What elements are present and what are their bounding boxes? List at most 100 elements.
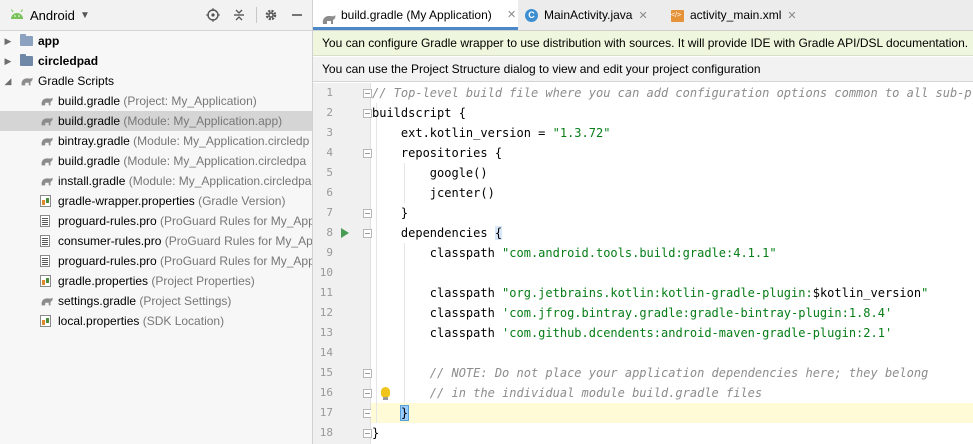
tree-item-label: gradle.properties (Project Properties) (58, 271, 255, 291)
tree-item-detail: (Module: My_Application.circledpa (125, 174, 312, 188)
line-number[interactable]: 5 (313, 163, 333, 183)
project-structure-notification: You can use the Project Structure dialog… (313, 57, 973, 82)
fold-marker-icon[interactable] (363, 369, 372, 378)
collapse-all-icon[interactable] (230, 6, 248, 24)
line-number[interactable]: 7 (313, 203, 333, 223)
line-number[interactable]: 8 (313, 223, 333, 243)
code-editor[interactable]: 1 2 3 4 5 6 7 8 9 10 11 12 13 14 15 16 17 18 // Top-level… (313, 83, 973, 444)
tree-item-detail: (Module: My_Application.circledp (129, 134, 310, 148)
code-line[interactable]: repositories { (372, 143, 502, 163)
fold-marker-icon[interactable] (363, 389, 372, 398)
tree-item[interactable]: ▶ circledpad (0, 51, 312, 71)
properties-file-icon (40, 195, 51, 207)
tree-item[interactable]: gradle.properties (Project Properties) (0, 271, 312, 291)
code-line[interactable]: jcenter() (372, 183, 495, 203)
line-number[interactable]: 14 (313, 343, 333, 363)
fold-marker-icon[interactable] (363, 149, 372, 158)
tree-item-detail: (ProGuard Rules for My_App (161, 234, 313, 248)
tree-item-label: consumer-rules.pro (ProGuard Rules for M… (58, 231, 313, 251)
code-token: { (494, 226, 503, 240)
line-number[interactable]: 13 (313, 323, 333, 343)
tree-item[interactable]: proguard-rules.pro (ProGuard Rules for M… (0, 251, 312, 271)
line-number[interactable]: 3 (313, 123, 333, 143)
expand-arrow-down-icon[interactable]: ◢ (3, 71, 13, 91)
tree-item[interactable]: build.gradle (Module: My_Application.app… (0, 111, 312, 131)
code-line[interactable]: classpath 'com.github.dcendents:android-… (372, 323, 892, 343)
locate-file-icon[interactable] (204, 6, 222, 24)
line-number[interactable]: 15 (313, 363, 333, 383)
tree-item[interactable]: gradle-wrapper.properties (Gradle Versio… (0, 191, 312, 211)
code-string: "com.android.tools.build:gradle:4.1.1" (502, 246, 777, 260)
line-number[interactable]: 12 (313, 303, 333, 323)
tree-item[interactable]: build.gradle (Project: My_Application) (0, 91, 312, 111)
line-number[interactable]: 11 (313, 283, 333, 303)
lightbulb-icon[interactable] (381, 387, 390, 400)
tree-item[interactable]: bintray.gradle (Module: My_Application.c… (0, 131, 312, 151)
tab-activity-main-xml[interactable]: activity_main.xml ✕ (671, 0, 831, 31)
tree-item-name: proguard-rules.pro (58, 254, 157, 268)
fold-marker-icon[interactable] (363, 229, 372, 238)
code-line[interactable]: buildscript { (372, 103, 466, 123)
tree-item[interactable]: build.gradle (Module: My_Application.cir… (0, 151, 312, 171)
code-token: buildscript { (372, 106, 466, 120)
tree-item[interactable]: proguard-rules.pro (ProGuard Rules for M… (0, 211, 312, 231)
code-token: } (372, 206, 409, 220)
tree-item[interactable]: install.gradle (Module: My_Application.c… (0, 171, 312, 191)
code-line[interactable]: // Top-level build file where you can ad… (372, 83, 973, 103)
tree-item-label: build.gradle (Module: My_Application.cir… (58, 151, 306, 171)
code-line[interactable]: } (372, 403, 410, 423)
gradle-icon (40, 174, 54, 188)
code-line[interactable]: // in the individual module build.gradle… (372, 383, 762, 403)
code-line[interactable]: classpath "com.android.tools.build:gradl… (372, 243, 777, 263)
code-token: classpath (372, 246, 503, 260)
tree-item-detail: (ProGuard Rules for My_App (156, 214, 313, 228)
code-line[interactable]: ext.kotlin_version = "1.3.72" (372, 123, 611, 143)
tab-build-gradle[interactable]: build.gradle (My Application) ✕ (313, 0, 518, 30)
tree-item-label: proguard-rules.pro (ProGuard Rules for M… (58, 251, 312, 271)
hide-panel-icon[interactable] (288, 6, 306, 24)
project-view-selector[interactable]: Android (30, 8, 75, 23)
code-line[interactable]: } (372, 423, 379, 443)
tree-item-name: Gradle Scripts (38, 74, 115, 88)
tree-item-name: build.gradle (58, 94, 121, 108)
expand-arrow-right-icon[interactable]: ▶ (3, 31, 13, 51)
fold-marker-icon[interactable] (363, 209, 372, 218)
close-icon[interactable]: ✕ (507, 0, 516, 30)
code-line[interactable]: dependencies { (372, 223, 503, 243)
code-line[interactable]: } (372, 203, 408, 223)
line-number[interactable]: 10 (313, 263, 333, 283)
tab-label: MainActivity.java (544, 8, 633, 22)
tree-item[interactable]: settings.gradle (Project Settings) (0, 291, 312, 311)
expand-arrow-right-icon[interactable]: ▶ (3, 51, 13, 71)
code-line[interactable]: // NOTE: Do not place your application d… (372, 363, 929, 383)
tree-item-label: bintray.gradle (Module: My_Application.c… (58, 131, 309, 151)
code-line[interactable]: google() (372, 163, 488, 183)
line-number[interactable]: 6 (313, 183, 333, 203)
fold-marker-icon[interactable] (363, 89, 372, 98)
tree-item[interactable]: local.properties (SDK Location) (0, 311, 312, 331)
tree-item[interactable]: ◢ Gradle Scripts (0, 71, 312, 91)
run-gutter-icon[interactable] (341, 228, 349, 238)
line-number[interactable]: 17 (313, 403, 333, 423)
gear-icon[interactable] (262, 6, 280, 24)
code-comment: // NOTE: Do not place your application d… (372, 366, 929, 380)
code-line[interactable]: classpath "org.jetbrains.kotlin:kotlin-g… (372, 283, 929, 303)
line-number[interactable]: 2 (313, 103, 333, 123)
fold-marker-icon[interactable] (363, 429, 372, 438)
line-number[interactable]: 9 (313, 243, 333, 263)
close-icon[interactable]: ✕ (638, 10, 647, 22)
tree-item[interactable]: consumer-rules.pro (ProGuard Rules for M… (0, 231, 312, 251)
line-number[interactable]: 16 (313, 383, 333, 403)
tree-item-detail: (Project Properties) (148, 274, 255, 288)
fold-marker-icon[interactable] (363, 109, 372, 118)
tree-item[interactable]: ▶ app (0, 31, 312, 51)
code-line[interactable]: classpath 'com.jfrog.bintray.gradle:grad… (372, 303, 892, 323)
line-number[interactable]: 1 (313, 83, 333, 103)
line-number[interactable]: 4 (313, 143, 333, 163)
line-number[interactable]: 18 (313, 423, 333, 443)
tab-main-activity[interactable]: C MainActivity.java ✕ (525, 0, 665, 30)
code-token: classpath (372, 326, 503, 340)
chevron-down-icon[interactable]: ▼ (80, 10, 90, 21)
tree-item-label: local.properties (SDK Location) (58, 311, 224, 331)
close-icon[interactable]: ✕ (787, 10, 796, 22)
